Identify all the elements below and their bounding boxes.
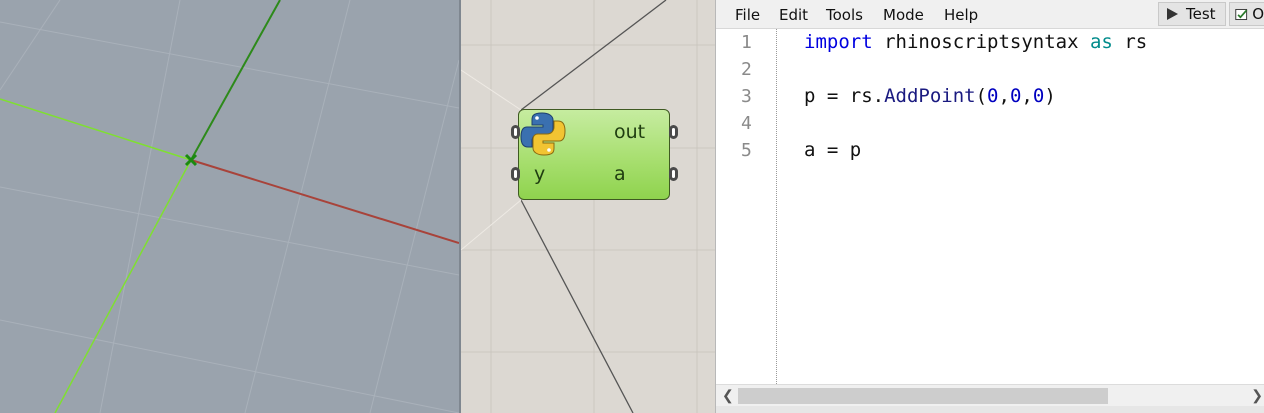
input-label-y: y — [534, 163, 546, 185]
line-number-gutter: 1 2 3 4 5 — [716, 29, 777, 384]
point-marker — [184, 153, 198, 167]
play-icon — [1167, 8, 1178, 20]
test-button[interactable]: Test — [1158, 2, 1226, 26]
code-line[interactable]: a = p — [804, 139, 861, 161]
menu-edit[interactable]: Edit — [779, 6, 808, 24]
guide-line-vertical — [54, 159, 192, 413]
line-number: 2 — [741, 59, 752, 80]
test-button-label: Test — [1186, 5, 1216, 23]
menu-tools[interactable]: Tools — [826, 6, 863, 24]
line-number: 4 — [741, 113, 752, 134]
guide-line-horizontal — [0, 98, 192, 161]
status-strip — [716, 406, 1264, 413]
arrow-right-icon[interactable]: ❯ — [1251, 387, 1263, 404]
scrollbar-thumb[interactable] — [738, 388, 1108, 404]
ok-button-label: O — [1252, 5, 1264, 23]
grasshopper-canvas[interactable]: x y out a — [461, 0, 715, 413]
check-icon — [1235, 8, 1248, 20]
output-label-a: a — [614, 163, 626, 185]
y-axis-line — [190, 0, 281, 161]
arrow-left-icon[interactable]: ❮ — [722, 387, 734, 404]
python-component[interactable]: x y out a — [511, 109, 678, 200]
code-line[interactable]: p = rs.AddPoint(0,0,0) — [804, 85, 1056, 107]
line-number: 3 — [741, 86, 752, 107]
menu-mode[interactable]: Mode — [883, 6, 924, 24]
menu-bar: File Edit Tools Mode Help Test O — [716, 0, 1264, 29]
input-grip-y[interactable] — [511, 167, 520, 181]
rhino-viewport[interactable] — [0, 0, 459, 413]
ok-button[interactable]: O — [1229, 2, 1264, 26]
canvas-grid — [461, 0, 715, 413]
output-label-out: out — [614, 121, 646, 143]
code-line[interactable]: import rhinoscriptsyntax as rs — [804, 31, 1147, 53]
line-number: 5 — [741, 140, 752, 161]
line-number: 1 — [741, 32, 752, 53]
menu-help[interactable]: Help — [944, 6, 978, 24]
horizontal-scrollbar[interactable]: ❮ ❯ — [716, 384, 1264, 407]
script-editor: File Edit Tools Mode Help Test O 1 2 3 4… — [715, 0, 1264, 413]
x-axis-line — [190, 159, 459, 244]
menu-file[interactable]: File — [735, 6, 760, 24]
output-grip-a[interactable] — [669, 167, 678, 181]
viewport-grid — [0, 0, 459, 413]
output-grip-out[interactable] — [669, 125, 678, 139]
python-icon — [520, 112, 566, 156]
